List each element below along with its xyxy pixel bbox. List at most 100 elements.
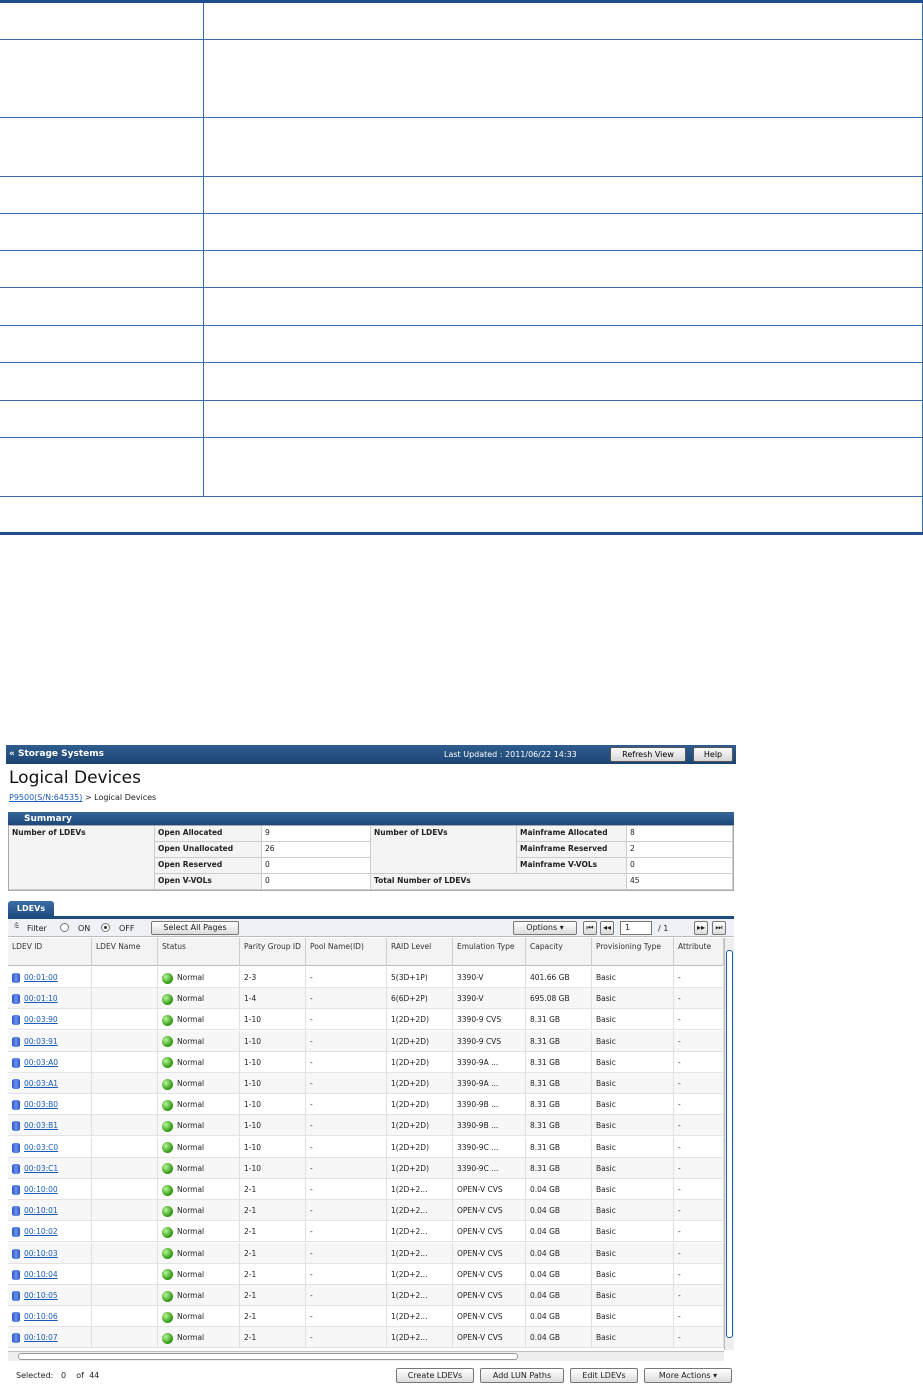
horizontal-scroll-thumb[interactable] <box>18 1353 518 1360</box>
table-row[interactable]: 00:10:06 Normal 2-1-1(2D+2... OPEN-V CVS 0.0… <box>8 1306 724 1328</box>
ldev-id-link[interactable]: 00:10:02 <box>24 1227 58 1236</box>
cell-ldev-id[interactable]: 00:10:04 <box>8 1263 92 1285</box>
cell-ldev-id[interactable]: 00:01:00 <box>8 967 92 988</box>
column-header-ldev-id[interactable]: LDEV ID <box>8 938 92 966</box>
ldev-id-link[interactable]: 00:10:04 <box>24 1270 58 1279</box>
cell-attribute: - <box>674 1327 724 1349</box>
column-header-parity-group-id[interactable]: Parity Group ID <box>240 938 306 966</box>
table-row[interactable]: 00:03:C1 Normal 1-10-1(2D+2D) 3390-9C ... 8.… <box>8 1157 724 1179</box>
vertical-scrollbar[interactable] <box>724 938 734 1350</box>
status-normal-icon <box>162 1226 173 1238</box>
table-row[interactable]: 00:03:C0 Normal 1-10-1(2D+2D) 3390-9C ... 8.… <box>8 1136 724 1158</box>
ldev-id-link[interactable]: 00:03:C0 <box>24 1143 58 1152</box>
next-page-button[interactable]: ▸▸ <box>694 921 708 935</box>
table-row[interactable]: 00:01:10 Normal 1-4-6(6D+2P) 3390-V 695.08 G… <box>8 988 724 1010</box>
column-header-provisioning-type[interactable]: Provisioning Type <box>592 938 674 966</box>
status-text: Normal <box>177 1163 205 1173</box>
create-ldevs-button[interactable]: Create LDEVs <box>396 1368 474 1383</box>
table-row[interactable]: 00:03:B1 Normal 1-10-1(2D+2D) 3390-9B ... 8.… <box>8 1115 724 1137</box>
cell-ldev-name <box>92 1285 158 1306</box>
cell-ldev-id[interactable]: 00:03:90 <box>8 1009 92 1031</box>
page-total: / 1 <box>658 924 669 933</box>
breadcrumb-storage-link[interactable]: P9500(S/N:64535) <box>9 793 82 802</box>
cell-ldev-id[interactable]: 00:10:01 <box>8 1200 92 1222</box>
tab-ldevs[interactable]: LDEVs <box>8 901 54 917</box>
more-actions-label: More Actions <box>658 1371 711 1380</box>
column-header-attribute[interactable]: Attribute <box>674 938 724 966</box>
cell-ldev-id[interactable]: 00:01:10 <box>8 988 92 1010</box>
options-button[interactable]: Options ▾ <box>513 921 577 935</box>
table-row[interactable]: 00:03:90 Normal 1-10-1(2D+2D) 3390-9 CVS 8.3… <box>8 1009 724 1031</box>
cell-ldev-id[interactable]: 00:10:00 <box>8 1179 92 1200</box>
page-number-input[interactable]: 1 <box>620 921 652 935</box>
filter-on-radio[interactable] <box>60 923 69 932</box>
table-row-divider <box>0 400 923 401</box>
cell-ldev-id[interactable]: 00:03:C0 <box>8 1136 92 1158</box>
column-header-emulation-type[interactable]: Emulation Type <box>453 938 526 966</box>
cell-ldev-id[interactable]: 00:10:07 <box>8 1327 92 1349</box>
ldev-id-link[interactable]: 00:03:90 <box>24 1015 58 1024</box>
column-header-ldev-name[interactable]: LDEV Name <box>92 938 158 966</box>
cell-ldev-id[interactable]: 00:10:03 <box>8 1242 92 1264</box>
cell-ldev-id[interactable]: 00:03:A1 <box>8 1073 92 1094</box>
ldev-id-link[interactable]: 00:03:A1 <box>24 1079 58 1088</box>
ldev-id-link[interactable]: 00:01:00 <box>24 973 58 982</box>
table-row[interactable]: 00:01:00 Normal 2-3-5(3D+1P) 3390-V 401.66 G… <box>8 967 724 988</box>
column-header-capacity[interactable]: Capacity <box>526 938 592 966</box>
last-page-button[interactable]: ⏭ <box>712 921 726 935</box>
help-button[interactable]: Help <box>693 747 733 762</box>
vertical-scroll-thumb[interactable] <box>726 950 733 1338</box>
cell-ldev-id[interactable]: 00:03:B1 <box>8 1115 92 1137</box>
cell-ldev-id[interactable]: 00:03:B0 <box>8 1094 92 1116</box>
ldev-id-link[interactable]: 00:03:C1 <box>24 1164 58 1173</box>
cell-ldev-id[interactable]: 00:03:91 <box>8 1030 92 1052</box>
table-row[interactable]: 00:10:02 Normal 2-1-1(2D+2... OPEN-V CVS 0.0… <box>8 1221 724 1243</box>
horizontal-scrollbar[interactable] <box>8 1351 724 1361</box>
column-header-pool-name[interactable]: Pool Name(ID) <box>306 938 387 966</box>
cell-attribute: - <box>674 1073 724 1094</box>
cell-emulation-type: 3390-V <box>453 988 526 1010</box>
cell-ldev-name <box>92 1327 158 1349</box>
cell-ldev-id[interactable]: 00:03:C1 <box>8 1157 92 1179</box>
edit-ldevs-button[interactable]: Edit LDEVs <box>570 1368 638 1383</box>
prev-page-button[interactable]: ◂◂ <box>600 921 614 935</box>
filter-off-radio[interactable] <box>101 923 110 932</box>
ldev-id-link[interactable]: 00:03:B0 <box>24 1100 58 1109</box>
table-row[interactable]: 00:10:05 Normal 2-1-1(2D+2... OPEN-V CVS 0.0… <box>8 1285 724 1306</box>
table-row[interactable]: 00:03:A1 Normal 1-10-1(2D+2D) 3390-9A ... 8.… <box>8 1073 724 1094</box>
table-row[interactable]: 00:10:03 Normal 2-1-1(2D+2... OPEN-V CVS 0.0… <box>8 1242 724 1264</box>
select-all-pages-button[interactable]: Select All Pages <box>151 921 239 935</box>
cell-ldev-id[interactable]: 00:10:06 <box>8 1306 92 1328</box>
cell-provisioning-type: Basic <box>592 1094 674 1116</box>
column-header-raid-level[interactable]: RAID Level <box>387 938 453 966</box>
ldev-id-link[interactable]: 00:10:05 <box>24 1291 58 1300</box>
ldev-id-link[interactable]: 00:03:B1 <box>24 1121 58 1130</box>
refresh-view-button[interactable]: Refresh View <box>610 747 686 762</box>
cell-ldev-id[interactable]: 00:03:A0 <box>8 1051 92 1073</box>
add-lun-paths-button[interactable]: Add LUN Paths <box>480 1368 564 1383</box>
table-row[interactable]: 00:03:91 Normal 1-10-1(2D+2D) 3390-9 CVS 8.3… <box>8 1030 724 1052</box>
selected-count: 0 <box>61 1371 67 1380</box>
cell-status: Normal <box>158 1327 240 1349</box>
table-row[interactable]: 00:10:04 Normal 2-1-1(2D+2... OPEN-V CVS 0.0… <box>8 1263 724 1285</box>
ldev-id-link[interactable]: 00:01:10 <box>24 994 58 1003</box>
table-row[interactable]: 00:10:01 Normal 2-1-1(2D+2... OPEN-V CVS 0.0… <box>8 1200 724 1222</box>
ldev-id-link[interactable]: 00:03:91 <box>24 1037 58 1046</box>
ldev-id-link[interactable]: 00:10:07 <box>24 1333 58 1342</box>
table-row[interactable]: 00:10:07 Normal 2-1-1(2D+2... OPEN-V CVS 0.0… <box>8 1327 724 1349</box>
cell-ldev-id[interactable]: 00:10:02 <box>8 1221 92 1243</box>
ldev-id-link[interactable]: 00:10:00 <box>24 1185 58 1194</box>
ldev-id-link[interactable]: 00:10:01 <box>24 1206 58 1215</box>
table-row[interactable]: 00:03:A0 Normal 1-10-1(2D+2D) 3390-9A ... 8.… <box>8 1051 724 1073</box>
ldev-id-link[interactable]: 00:03:A0 <box>24 1058 58 1067</box>
summary-header[interactable]: ⌃ Summary <box>8 812 734 825</box>
ldev-id-link[interactable]: 00:10:03 <box>24 1249 58 1258</box>
table-row[interactable]: 00:10:00 Normal 2-1-1(2D+2... OPEN-V CVS 0.0… <box>8 1179 724 1200</box>
more-actions-button[interactable]: More Actions ▾ <box>644 1368 732 1383</box>
column-header-status[interactable]: Status <box>158 938 240 966</box>
cell-ldev-id[interactable]: 00:10:05 <box>8 1285 92 1306</box>
first-page-button[interactable]: ⏮ <box>583 921 597 935</box>
ldev-id-link[interactable]: 00:10:06 <box>24 1312 58 1321</box>
storage-systems-nav[interactable]: « Storage Systems <box>9 749 104 759</box>
table-row[interactable]: 00:03:B0 Normal 1-10-1(2D+2D) 3390-9B ... 8.… <box>8 1094 724 1116</box>
